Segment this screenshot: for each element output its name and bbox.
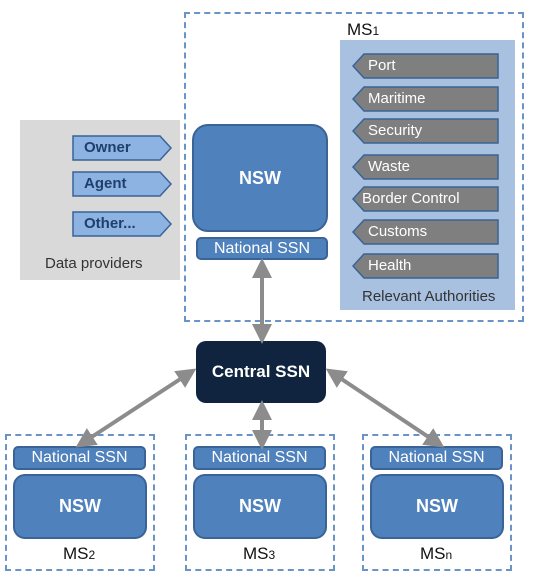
data-provider-item: Agent — [72, 171, 172, 197]
member-state-label: MS3 — [243, 544, 275, 564]
member-state-label: MSn — [420, 544, 452, 564]
central-ssn-box: Central SSN — [196, 341, 326, 403]
member-national-ssn: National SSN — [370, 446, 503, 470]
authority-label: Customs — [368, 223, 428, 240]
authority-label: Maritime — [368, 90, 426, 107]
arrow-msn-central — [325, 368, 445, 448]
member-label-main: MS — [243, 544, 269, 563]
member-state-label: MS2 — [63, 544, 95, 564]
member-national-ssn-label: National SSN — [388, 449, 485, 466]
authority-label: Waste — [368, 158, 410, 175]
ms1-nsw-box: NSW — [192, 124, 328, 232]
authority-label: Security — [368, 122, 423, 139]
authority-item: Border Control — [352, 186, 500, 212]
authority-item: Waste — [352, 154, 500, 180]
data-provider-item: Other... — [72, 211, 172, 237]
authority-item: Customs — [352, 219, 500, 245]
data-provider-item: Owner — [72, 135, 172, 161]
data-provider-label: Other... — [84, 215, 136, 232]
authority-item: Maritime — [352, 86, 500, 112]
member-national-ssn-label: National SSN — [211, 449, 308, 466]
authority-label: Health — [368, 257, 412, 274]
member-label-main: MS — [63, 544, 89, 563]
authority-item: Port — [352, 53, 500, 79]
member-label-sub: 2 — [88, 548, 96, 562]
member-nsw-label: NSW — [59, 496, 101, 516]
ms1-label-sub: 1 — [372, 24, 380, 38]
data-provider-label: Agent — [84, 175, 127, 192]
member-nsw-box: NSW — [370, 474, 504, 539]
member-nsw-label: NSW — [416, 496, 458, 516]
member-national-ssn: National SSN — [13, 446, 146, 470]
member-nsw-box: NSW — [13, 474, 147, 539]
ms1-nsw-label: NSW — [239, 167, 281, 188]
member-national-ssn-label: National SSN — [31, 449, 128, 466]
member-nsw-box: NSW — [193, 474, 327, 539]
authority-label: Border Control — [362, 190, 460, 207]
authority-label: Port — [368, 57, 396, 74]
authority-item: Health — [352, 253, 500, 279]
ms1-national-ssn-label: National SSN — [213, 239, 311, 257]
member-label-sub: n — [445, 548, 453, 562]
arrow-ms2-central — [75, 368, 197, 448]
member-label-sub: 3 — [268, 548, 276, 562]
ms1-label-main: MS — [347, 20, 373, 39]
central-ssn-label: Central SSN — [211, 362, 311, 381]
authority-item: Security — [352, 118, 500, 144]
member-label-main: MS — [420, 544, 446, 563]
authorities-caption: Relevant Authorities — [362, 288, 496, 305]
ms1-label: MS1 — [347, 20, 379, 40]
data-providers-caption: Data providers — [45, 255, 143, 272]
member-national-ssn: National SSN — [193, 446, 326, 470]
ms1-national-ssn: National SSN — [196, 237, 328, 260]
member-nsw-label: NSW — [239, 496, 281, 516]
data-provider-label: Owner — [84, 139, 131, 156]
